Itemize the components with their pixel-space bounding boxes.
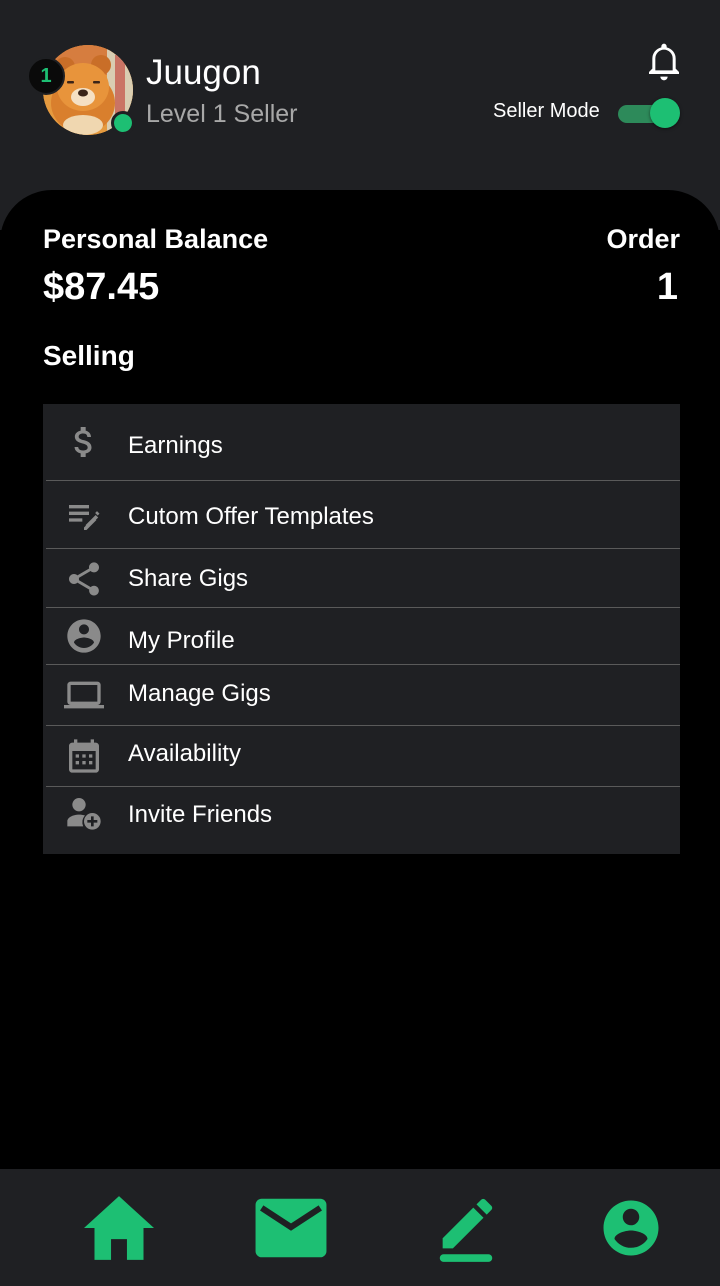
menu-item-label: My Profile bbox=[128, 627, 235, 654]
selling-section-title: Selling bbox=[43, 340, 135, 371]
edit-icon[interactable] bbox=[426, 1193, 506, 1263]
dollar-icon bbox=[64, 422, 104, 462]
laptop-icon bbox=[64, 675, 104, 715]
balance-label: Personal Balance bbox=[43, 224, 269, 254]
edit-list-icon bbox=[64, 495, 104, 535]
order-count: 1 bbox=[656, 266, 678, 308]
menu-item-earnings[interactable]: Earnings bbox=[46, 404, 680, 481]
menu-item-label: Invite Friends bbox=[128, 801, 273, 828]
menu-item-manage-gigs[interactable]: Manage Gigs bbox=[46, 665, 680, 726]
avatar-container[interactable]: 1 bbox=[27, 45, 135, 135]
home-icon[interactable] bbox=[79, 1193, 159, 1263]
balance-value: $87.45 bbox=[43, 266, 160, 308]
share-icon bbox=[64, 559, 104, 599]
account-circle-icon bbox=[64, 616, 104, 656]
level-badge: 1 bbox=[27, 57, 65, 95]
seller-level: Level 1 Seller bbox=[146, 100, 298, 128]
bottom-navigation bbox=[0, 1169, 720, 1286]
menu-item-label: Availability bbox=[128, 740, 241, 767]
main-card: Personal Balance $87.45 Order 1 Selling … bbox=[0, 190, 720, 1170]
menu-item-share-gigs[interactable]: Share Gigs bbox=[46, 549, 680, 608]
profile-icon[interactable] bbox=[591, 1193, 671, 1263]
bell-icon[interactable] bbox=[644, 40, 684, 84]
menu-item-label: Manage Gigs bbox=[128, 680, 271, 707]
selling-menu: Earnings Cutom Offer Templates Share Gig… bbox=[43, 404, 680, 854]
menu-item-my-profile[interactable]: My Profile bbox=[46, 608, 680, 665]
calendar-icon bbox=[64, 736, 104, 776]
menu-item-label: Share Gigs bbox=[128, 565, 249, 592]
seller-mode-toggle[interactable] bbox=[616, 98, 680, 128]
toggle-knob bbox=[650, 98, 680, 128]
menu-item-label: Earnings bbox=[128, 432, 223, 459]
mail-icon[interactable] bbox=[251, 1193, 331, 1263]
menu-item-invite-friends[interactable]: Invite Friends bbox=[46, 787, 680, 854]
order-label: Order bbox=[606, 224, 680, 254]
seller-dashboard-screen: 1 Juugon Level 1 Seller Seller Mode Pers… bbox=[0, 0, 720, 1286]
seller-mode-label: Seller Mode bbox=[493, 100, 600, 122]
username: Juugon bbox=[146, 53, 261, 92]
add-person-icon bbox=[64, 793, 104, 833]
menu-item-label: Cutom Offer Templates bbox=[128, 503, 374, 530]
menu-item-availability[interactable]: Availability bbox=[46, 726, 680, 787]
online-status-dot bbox=[111, 111, 135, 135]
menu-item-custom-offer-templates[interactable]: Cutom Offer Templates bbox=[46, 481, 680, 549]
